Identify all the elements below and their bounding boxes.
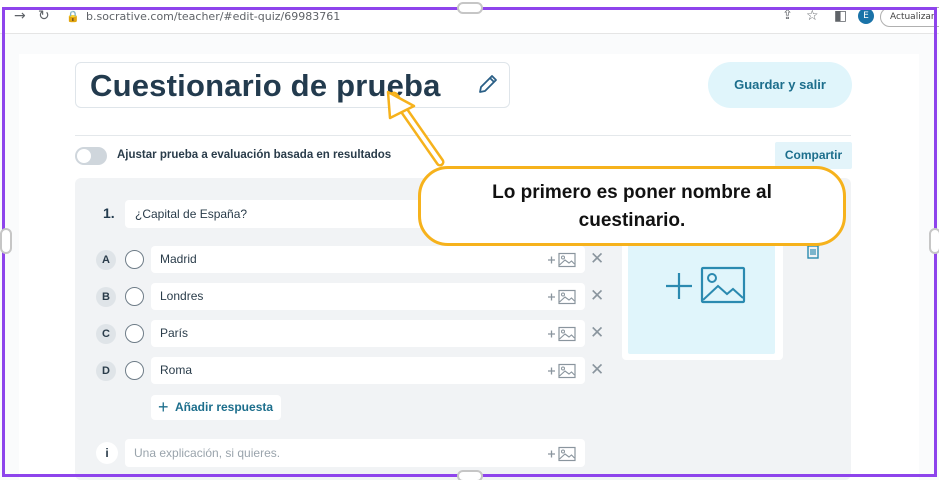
question-number: 1. [103, 205, 115, 221]
image-dropzone-area[interactable] [628, 238, 775, 354]
resize-handle-bottom[interactable] [457, 470, 483, 480]
question-text-input[interactable]: ¿Capital de España? [125, 200, 425, 228]
answer-letter: B [96, 287, 116, 307]
add-answer-button[interactable]: + Añadir respuesta [151, 395, 281, 420]
add-image-icon[interactable] [547, 363, 577, 379]
resize-handle-top[interactable] [457, 2, 483, 14]
answer-text-input[interactable]: Roma [151, 357, 585, 384]
address-bar-url[interactable]: b.socrative.com/teacher/#edit-quiz/69983… [86, 10, 340, 23]
answer-letter: C [96, 324, 116, 344]
answer-row: A Madrid ✕ [0, 246, 939, 274]
correct-answer-radio[interactable] [125, 324, 144, 343]
answer-letter: A [96, 250, 116, 270]
bookmark-star-icon[interactable]: ☆ [806, 8, 819, 24]
answer-row: B Londres ✕ [0, 283, 939, 311]
answer-letter: D [96, 361, 116, 381]
correct-answer-radio[interactable] [125, 361, 144, 380]
resize-handle-right[interactable] [929, 228, 939, 254]
resize-handle-left[interactable] [0, 228, 12, 254]
delete-answer-icon[interactable]: ✕ [590, 249, 604, 269]
add-image-icon[interactable] [547, 289, 577, 305]
explanation-input[interactable]: Una explicación, si quieres. [125, 439, 585, 467]
annotation-line-2: cuestinario. [578, 210, 686, 231]
add-image-icon[interactable] [547, 252, 577, 268]
correct-answer-radio[interactable] [125, 287, 144, 306]
answer-text-input[interactable]: París [151, 320, 585, 347]
add-image-icon[interactable] [664, 264, 748, 308]
delete-answer-icon[interactable]: ✕ [590, 360, 604, 380]
annotation-callout: Lo primero es poner nombre al cuestinari… [418, 166, 846, 246]
question-image-dropzone[interactable] [622, 232, 783, 360]
delete-answer-icon[interactable]: ✕ [590, 286, 604, 306]
plus-icon: + [158, 397, 169, 417]
back-arrow-icon[interactable]: → [14, 8, 26, 24]
share-page-icon[interactable]: ⇪ [782, 8, 793, 23]
lock-icon[interactable]: 🔒 [66, 10, 80, 23]
update-browser-button[interactable]: Actualizar [880, 7, 939, 27]
share-button[interactable]: Compartir [775, 142, 852, 169]
delete-answer-icon[interactable]: ✕ [590, 323, 604, 343]
adaptive-grading-toggle[interactable] [75, 147, 107, 165]
reload-icon[interactable]: ↻ [38, 8, 50, 24]
answer-row: C París ✕ [0, 320, 939, 348]
side-panel-icon[interactable]: ◧ [834, 8, 847, 24]
save-and-exit-button[interactable]: Guardar y salir [708, 62, 852, 108]
add-image-icon[interactable] [547, 446, 577, 462]
answer-text-input[interactable]: Londres [151, 283, 585, 310]
add-answer-label: Añadir respuesta [175, 400, 274, 414]
answer-text-input[interactable]: Madrid [151, 246, 585, 273]
profile-avatar[interactable]: E [858, 8, 874, 24]
explanation-info-icon: i [96, 442, 118, 464]
toggle-knob [77, 149, 91, 163]
answer-row: D Roma ✕ [0, 357, 939, 385]
add-image-icon[interactable] [547, 326, 577, 342]
annotation-text: Lo primero es poner nombre al cuestinari… [421, 179, 843, 235]
adaptive-grading-label: Ajustar prueba a evaluación basada en re… [117, 149, 392, 161]
annotation-arrow-icon [386, 90, 445, 167]
annotation-line-1: Lo primero es poner nombre al [492, 182, 772, 203]
edit-pencil-icon[interactable] [476, 72, 500, 96]
header-divider [75, 135, 851, 136]
correct-answer-radio[interactable] [125, 250, 144, 269]
